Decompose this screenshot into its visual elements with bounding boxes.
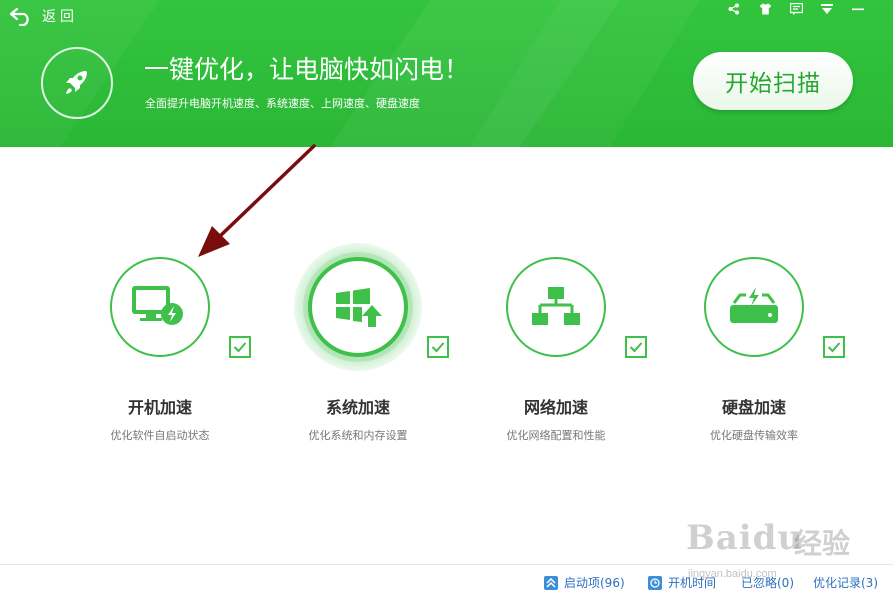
message-icon[interactable] xyxy=(789,2,803,16)
network-icon xyxy=(532,287,580,325)
card-title: 网络加速 xyxy=(523,398,588,417)
card-ring xyxy=(704,257,804,357)
card-system-speedup[interactable]: 系统加速 优化系统和内存设置 xyxy=(248,243,449,447)
card-ring xyxy=(110,257,210,357)
footer-bar: 启动项(96) 开机时间 已忽略(0) 优化记录(3) xyxy=(0,566,893,596)
clock-icon xyxy=(648,575,662,590)
windows-up-icon xyxy=(336,288,382,327)
ignored-link[interactable]: 已忽略(0) xyxy=(741,574,794,591)
history-label: 优化记录(3) xyxy=(813,576,878,590)
card-title: 硬盘加速 xyxy=(721,398,786,417)
card-disk-speedup[interactable]: 硬盘加速 优化硬盘传输效率 xyxy=(644,247,845,447)
check-icon xyxy=(827,342,841,353)
shirt-icon[interactable] xyxy=(758,2,772,16)
back-label: 返回 xyxy=(42,9,78,25)
header-banner: 返回 一键优化，让电脑快如闪电！ 全面提升电脑开机速度、系统速度、上网速度、硬盘… xyxy=(0,0,893,147)
startup-items-link[interactable]: 启动项(96) xyxy=(544,574,625,591)
ignored-label: 已忽略(0) xyxy=(741,576,794,590)
minimize-icon[interactable] xyxy=(851,2,865,16)
headline: 一键优化，让电脑快如闪电！ xyxy=(144,55,470,84)
startup-icon xyxy=(544,575,558,590)
footer-divider xyxy=(0,564,893,565)
card-desc: 优化硬盘传输效率 xyxy=(710,429,798,442)
card-desc: 优化系统和内存设置 xyxy=(308,429,408,442)
card-ring xyxy=(308,257,408,357)
card-desc: 优化网络配置和性能 xyxy=(506,429,606,442)
back-button[interactable]: 返回 xyxy=(8,4,78,28)
card-ring xyxy=(506,257,606,357)
check-icon xyxy=(431,342,445,353)
watermark-brand: Baidu xyxy=(686,518,804,558)
card-title: 系统加速 xyxy=(325,398,390,417)
card-boot-speedup[interactable]: 开机加速 优化软件自启动状态 xyxy=(50,247,251,447)
disk-bolt-icon xyxy=(730,287,778,323)
card-desc: 优化软件自启动状态 xyxy=(110,429,210,442)
card-title: 开机加速 xyxy=(127,398,192,417)
back-arrow-icon xyxy=(9,7,29,26)
startup-items-label: 启动项(96) xyxy=(564,576,625,590)
monitor-bolt-icon xyxy=(132,286,183,325)
history-link[interactable]: 优化记录(3) xyxy=(813,574,878,591)
share-icon[interactable] xyxy=(727,2,741,16)
rocket-icon xyxy=(66,71,87,94)
rocket-badge xyxy=(41,47,113,119)
start-scan-button[interactable]: 开始扫描 xyxy=(693,52,853,110)
checkbox-checked[interactable] xyxy=(823,336,845,358)
window-controls xyxy=(727,2,865,16)
boot-time-link[interactable]: 开机时间 xyxy=(648,574,716,591)
check-icon xyxy=(629,342,643,353)
subline: 全面提升电脑开机速度、系统速度、上网速度、硬盘速度 xyxy=(145,97,420,110)
menu-icon[interactable] xyxy=(820,2,834,16)
card-network-speedup[interactable]: 网络加速 优化网络配置和性能 xyxy=(446,247,647,447)
check-icon xyxy=(233,342,247,353)
watermark-cn: 经验 xyxy=(794,527,851,560)
boot-time-label: 开机时间 xyxy=(668,576,717,590)
